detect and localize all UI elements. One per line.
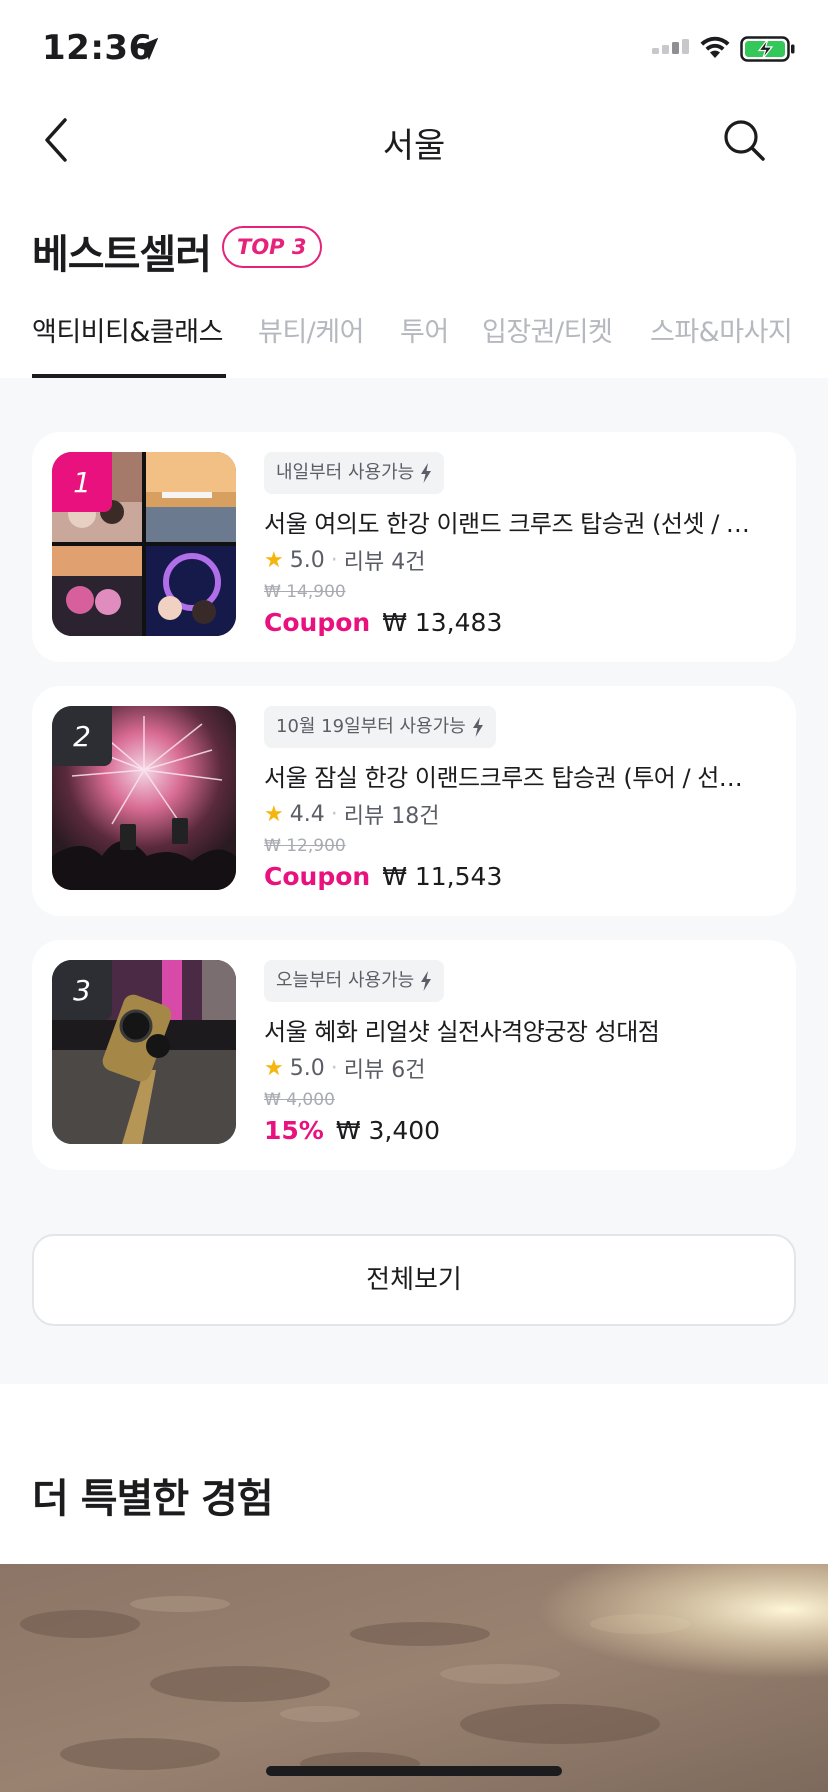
discount-label: Coupon (264, 862, 371, 891)
star-icon: ★ (264, 801, 284, 827)
availability-text: 10월 19일부터 사용가능 (276, 716, 466, 737)
sale-price: ₩ 13,483 (382, 608, 503, 637)
tab-tickets[interactable]: 입장권/티켓 (482, 310, 613, 349)
separator-dot: · (330, 547, 338, 573)
review-count: 리뷰 6건 (343, 1058, 426, 1083)
rating-value: 5.0 (289, 1055, 325, 1081)
battery-charging-icon (740, 36, 795, 62)
rating-row: ★ 4.4 · 리뷰 18건 (264, 798, 439, 830)
availability-tag: 내일부터 사용가능 (264, 452, 445, 494)
product-card[interactable]: 2 10월 19일부터 사용가능 서울 잠실 한강 이랜드크루즈 탑승권 (투어… (32, 686, 796, 916)
rating-row: ★ 5.0 · 리뷰 4건 (264, 544, 425, 576)
special-experience-heading: 더 특별한 경험 (32, 1476, 274, 1522)
rating-value: 5.0 (289, 547, 325, 573)
product-title: 서울 여의도 한강 이랜드 크루즈 탑승권 (선셋 / 야경 / 불꽃) (264, 510, 764, 538)
category-tabs: 액티비티&클래스 뷰티/케어 투어 입장권/티켓 스파&마사지 (0, 300, 828, 380)
bestseller-heading: 베스트셀러 (32, 232, 212, 278)
original-price: ₩ 4,000 (264, 1090, 335, 1110)
discount-label: 15% (264, 1116, 324, 1145)
view-all-button[interactable]: 전체보기 (32, 1234, 796, 1326)
lightning-icon (472, 717, 483, 737)
search-icon (724, 120, 765, 161)
product-thumbnail: 1 (52, 452, 236, 636)
review-count: 리뷰 4건 (343, 550, 426, 575)
availability-tag: 10월 19일부터 사용가능 (264, 706, 496, 748)
page-title: 서울 (382, 126, 446, 166)
special-experience-banner[interactable] (0, 1564, 828, 1792)
product-thumbnail: 2 (52, 706, 236, 890)
availability-tag: 오늘부터 사용가능 (264, 960, 445, 1002)
price-row: Coupon ₩ 11,543 (264, 862, 502, 891)
product-card[interactable]: 3 오늘부터 사용가능 서울 혜화 리얼샷 실전사격양궁장 성대점 ★ 5.0 … (32, 940, 796, 1170)
location-arrow-icon (135, 37, 159, 61)
star-icon: ★ (264, 1055, 284, 1081)
rating-value: 4.4 (289, 801, 325, 827)
tab-beauty-care[interactable]: 뷰티/케어 (258, 310, 364, 349)
status-bar: 12:36 (0, 0, 828, 100)
rank-badge: 1 (52, 452, 112, 512)
tab-tour[interactable]: 투어 (400, 310, 449, 349)
price-row: Coupon ₩ 13,483 (264, 608, 502, 637)
sale-price: ₩ 3,400 (335, 1116, 441, 1145)
separator-dot: · (330, 801, 338, 827)
home-indicator[interactable] (266, 1766, 562, 1776)
original-price: ₩ 12,900 (264, 836, 346, 856)
product-card[interactable]: 1 내일부터 사용가능 서울 여의도 한강 이랜드 크루즈 탑승권 (선셋 / … (32, 432, 796, 662)
discount-label: Coupon (264, 608, 371, 637)
rank-badge: 2 (52, 706, 112, 766)
star-icon: ★ (264, 547, 284, 573)
top3-badge: TOP 3 (222, 226, 322, 268)
price-row: 15% ₩ 3,400 (264, 1116, 440, 1145)
sale-price: ₩ 11,543 (382, 862, 503, 891)
availability-text: 내일부터 사용가능 (276, 462, 415, 483)
product-title: 서울 잠실 한강 이랜드크루즈 탑승권 (투어 / 선셋 / 야경) (264, 764, 764, 792)
availability-text: 오늘부터 사용가능 (276, 970, 415, 991)
review-count: 리뷰 18건 (343, 804, 440, 829)
separator-dot: · (330, 1055, 338, 1081)
tab-activity-class[interactable]: 액티비티&클래스 (32, 310, 223, 349)
rank-badge: 3 (52, 960, 112, 1020)
lightning-icon (421, 463, 432, 483)
search-button[interactable] (716, 112, 772, 168)
cellular-signal-icon (652, 39, 689, 54)
original-price: ₩ 14,900 (264, 582, 346, 602)
product-title: 서울 혜화 리얼샷 실전사격양궁장 성대점 (264, 1018, 660, 1046)
lightning-icon (421, 971, 432, 991)
rating-row: ★ 5.0 · 리뷰 6건 (264, 1052, 425, 1084)
product-thumbnail: 3 (52, 960, 236, 1144)
tab-spa-massage[interactable]: 스파&마사지 (650, 310, 793, 349)
navigation-bar: 서울 (0, 100, 828, 180)
wifi-icon (700, 36, 730, 58)
